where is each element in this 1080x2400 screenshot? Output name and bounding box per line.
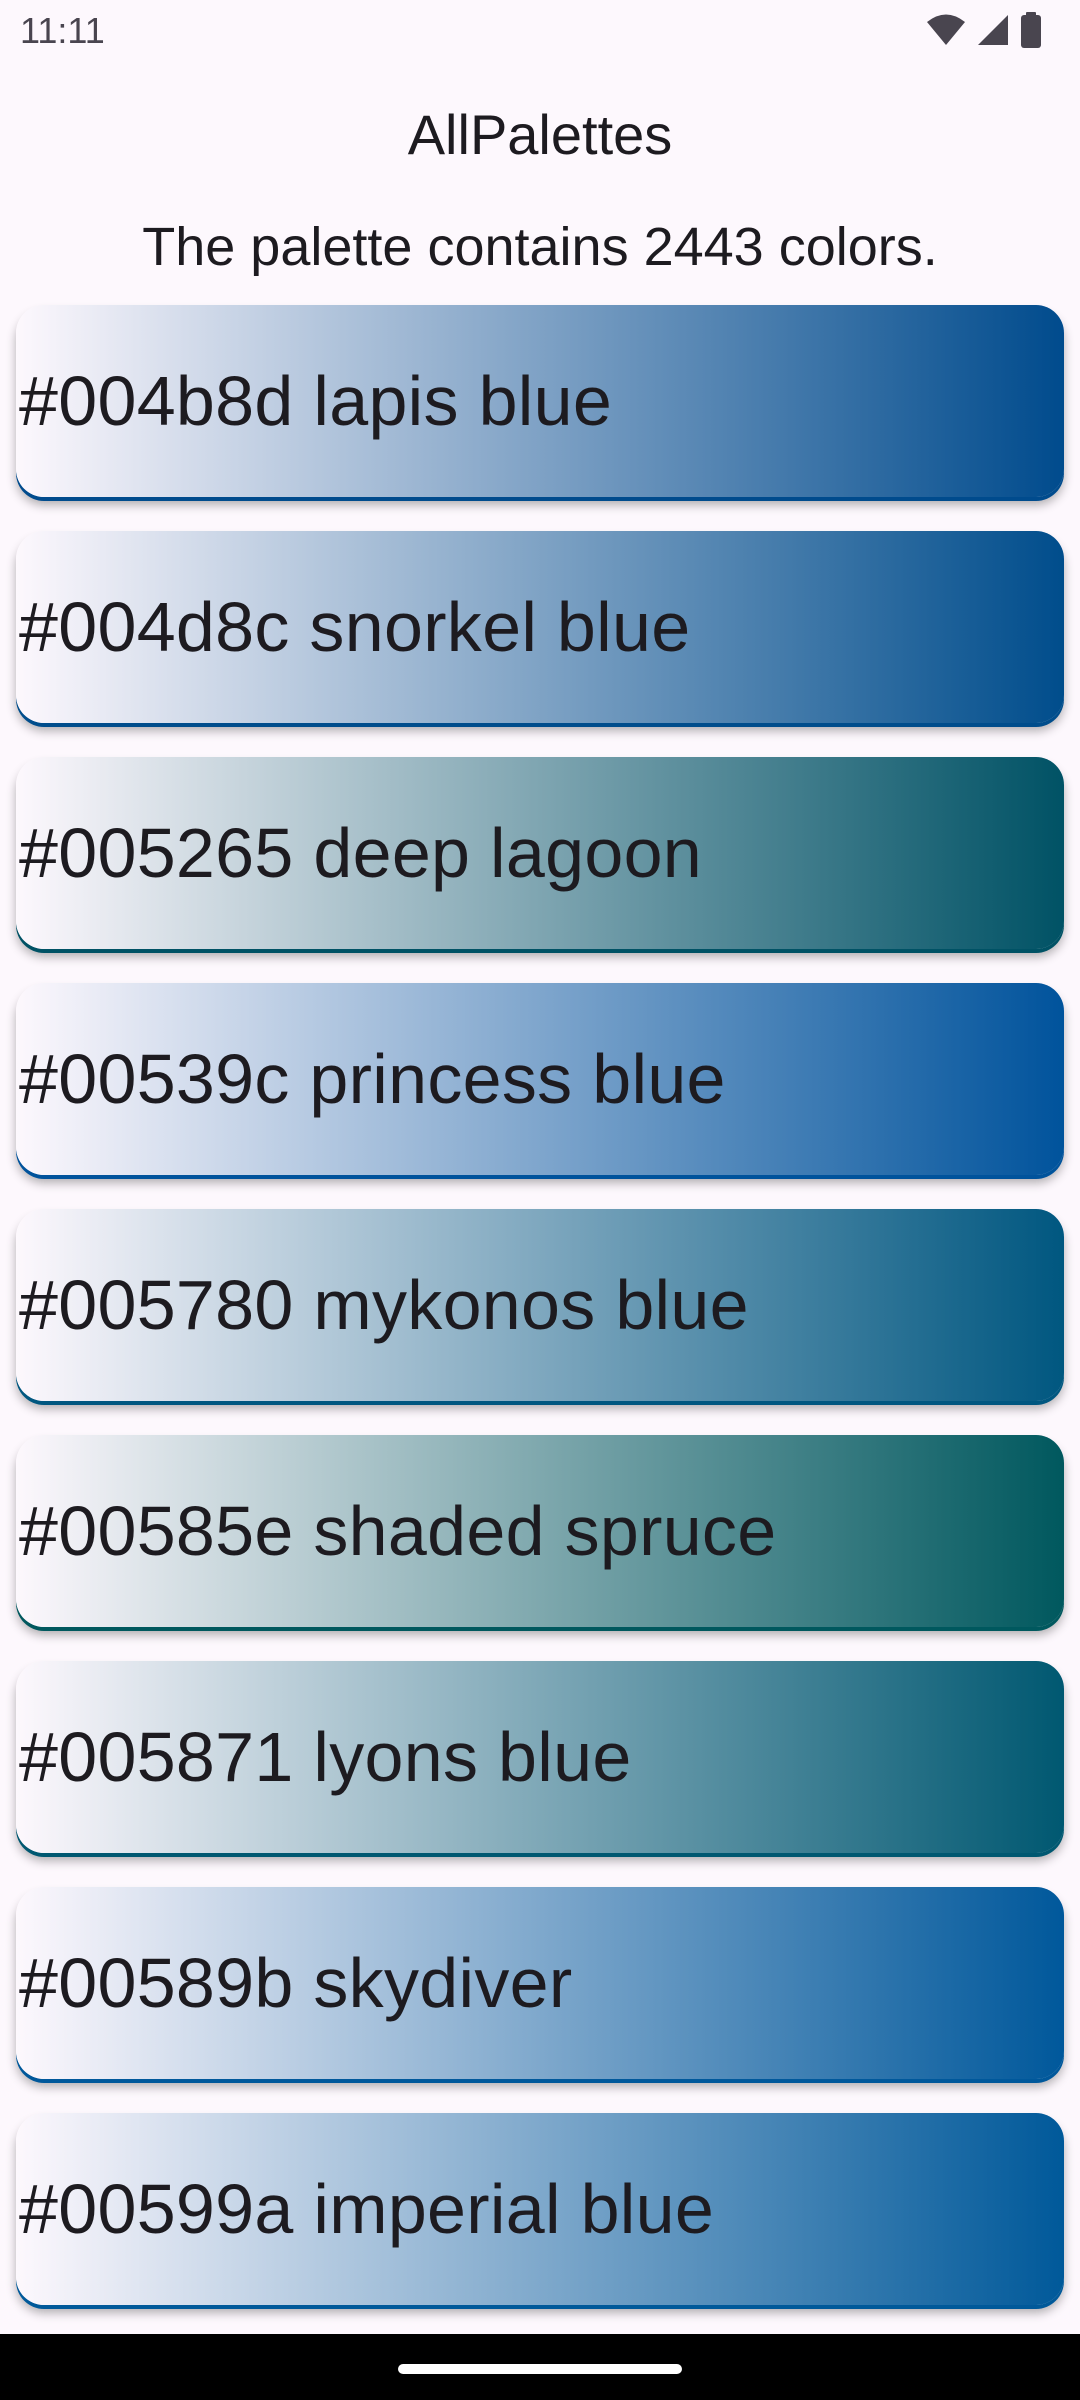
color-label: #00539c princess blue <box>19 1040 726 1118</box>
palette-count-text: The palette contains 2443 colors. <box>142 217 938 277</box>
color-card[interactable]: #004d8c snorkel blue <box>16 531 1064 723</box>
color-label: #00589b skydiver <box>19 1944 573 2022</box>
color-label: #005871 lyons blue <box>19 1718 632 1796</box>
app-title: AllPalettes <box>407 103 673 166</box>
color-label: #005265 deep lagoon <box>19 814 703 892</box>
battery-icon <box>1021 12 1041 48</box>
signal-icon <box>978 15 1008 45</box>
home-gesture-handle[interactable] <box>398 2364 682 2374</box>
color-label: #00585e shaded spruce <box>19 1492 777 1570</box>
color-label: #004b8d lapis blue <box>19 362 613 440</box>
status-bar: 11:11 <box>0 0 1080 64</box>
color-label: #005780 mykonos blue <box>19 1266 749 1344</box>
color-label: #004d8c snorkel blue <box>19 588 691 666</box>
color-card[interactable]: #00539c princess blue <box>16 983 1064 1175</box>
color-card[interactable]: #00589b skydiver <box>16 1887 1064 2079</box>
color-card[interactable]: #005265 deep lagoon <box>16 757 1064 949</box>
palette-list: #004b8d lapis blue #004d8c snorkel blue … <box>16 305 1064 2339</box>
color-label: #00599a imperial blue <box>19 2170 715 2248</box>
color-card[interactable]: #00585e shaded spruce <box>16 1435 1064 1627</box>
color-card[interactable]: #005780 mykonos blue <box>16 1209 1064 1401</box>
status-time: 11:11 <box>20 10 105 51</box>
wifi-icon <box>927 14 965 45</box>
color-card[interactable]: #004b8d lapis blue <box>16 305 1064 497</box>
color-card[interactable]: #00599a imperial blue <box>16 2113 1064 2305</box>
color-card[interactable]: #005871 lyons blue <box>16 1661 1064 1853</box>
status-icons <box>926 12 1042 48</box>
